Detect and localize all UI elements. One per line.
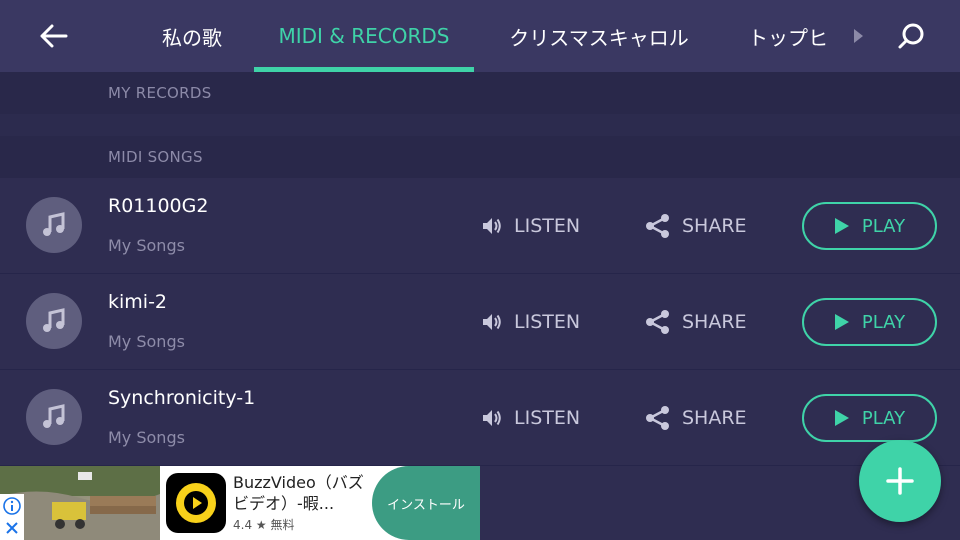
tab-my-songs[interactable]: 私の歌 bbox=[140, 0, 244, 72]
plus-icon bbox=[886, 467, 914, 495]
listen-label: LISTEN bbox=[514, 407, 581, 429]
share-label: SHARE bbox=[682, 407, 747, 429]
play-label: PLAY bbox=[861, 215, 906, 237]
song-row[interactable]: R01100G2 My Songs LISTEN SHARE PLAY bbox=[0, 178, 960, 274]
ad-close-icon[interactable] bbox=[0, 516, 24, 540]
song-title: R01100G2 bbox=[108, 195, 209, 217]
share-icon bbox=[646, 310, 669, 334]
play-icon bbox=[834, 218, 849, 234]
song-category: My Songs bbox=[108, 332, 185, 351]
search-icon[interactable] bbox=[892, 18, 930, 56]
music-note-icon bbox=[26, 197, 82, 253]
share-label: SHARE bbox=[682, 215, 747, 237]
my-records-empty-list bbox=[0, 114, 960, 136]
song-category: My Songs bbox=[108, 236, 185, 255]
listen-label: LISTEN bbox=[514, 215, 581, 237]
add-fab-button[interactable] bbox=[859, 440, 941, 522]
share-button[interactable]: SHARE bbox=[644, 212, 747, 240]
top-app-bar: 私の歌 MIDI & RECORDS クリスマスキャロル トップヒ bbox=[0, 0, 960, 72]
play-button[interactable]: PLAY bbox=[802, 298, 937, 346]
tab-midi-records[interactable]: MIDI & RECORDS bbox=[254, 0, 474, 72]
section-label-my-records: MY RECORDS bbox=[108, 84, 212, 102]
music-note-icon bbox=[26, 293, 82, 349]
play-label: PLAY bbox=[861, 407, 906, 429]
speaker-icon bbox=[483, 314, 501, 330]
ad-price: 無料 bbox=[270, 518, 295, 532]
music-note-icon bbox=[26, 389, 82, 445]
speaker-icon bbox=[483, 218, 501, 234]
ad-app-name: BuzzVideo（バズビデオ）-暇... bbox=[233, 473, 364, 513]
listen-button[interactable]: LISTEN bbox=[480, 404, 580, 432]
share-label: SHARE bbox=[682, 311, 747, 333]
section-header-midi-songs: MIDI SONGS bbox=[0, 136, 960, 178]
ad-banner[interactable]: BuzzVideo（バズビデオ）-暇... 4.4 ★ 無料 インストール bbox=[0, 466, 480, 540]
song-row[interactable]: Synchronicity-1 My Songs LISTEN SHARE PL… bbox=[0, 370, 960, 466]
song-row[interactable]: kimi-2 My Songs LISTEN SHARE PLAY bbox=[0, 274, 960, 370]
buzzvideo-logo-icon[interactable] bbox=[166, 473, 226, 533]
tab-scroll-right-icon[interactable] bbox=[848, 25, 868, 47]
ad-info-icon[interactable] bbox=[0, 494, 24, 518]
share-button[interactable]: SHARE bbox=[644, 404, 747, 432]
ad-image[interactable] bbox=[0, 466, 160, 540]
ad-install-button[interactable]: インストール bbox=[372, 466, 480, 540]
song-category: My Songs bbox=[108, 428, 185, 447]
tab-top-hits[interactable]: トップヒ bbox=[748, 0, 848, 72]
tab-christmas-carols[interactable]: クリスマスキャロル bbox=[492, 0, 706, 72]
listen-button[interactable]: LISTEN bbox=[480, 212, 580, 240]
song-title: Synchronicity-1 bbox=[108, 387, 256, 409]
play-icon bbox=[834, 314, 849, 330]
listen-label: LISTEN bbox=[514, 311, 581, 333]
listen-button[interactable]: LISTEN bbox=[480, 308, 580, 336]
play-button[interactable]: PLAY bbox=[802, 394, 937, 442]
share-icon bbox=[646, 214, 669, 238]
back-arrow-icon[interactable] bbox=[36, 18, 72, 54]
share-button[interactable]: SHARE bbox=[644, 308, 747, 336]
play-icon bbox=[834, 410, 849, 426]
section-label-midi-songs: MIDI SONGS bbox=[108, 148, 203, 166]
play-label: PLAY bbox=[861, 311, 906, 333]
speaker-icon bbox=[483, 410, 501, 426]
ad-rating-value: 4.4 bbox=[233, 518, 253, 532]
section-header-my-records: MY RECORDS bbox=[0, 72, 960, 114]
share-icon bbox=[646, 406, 669, 430]
play-button[interactable]: PLAY bbox=[802, 202, 937, 250]
song-title: kimi-2 bbox=[108, 291, 168, 313]
ad-rating: 4.4 ★ 無料 bbox=[233, 516, 295, 533]
star-icon: ★ bbox=[255, 518, 267, 532]
